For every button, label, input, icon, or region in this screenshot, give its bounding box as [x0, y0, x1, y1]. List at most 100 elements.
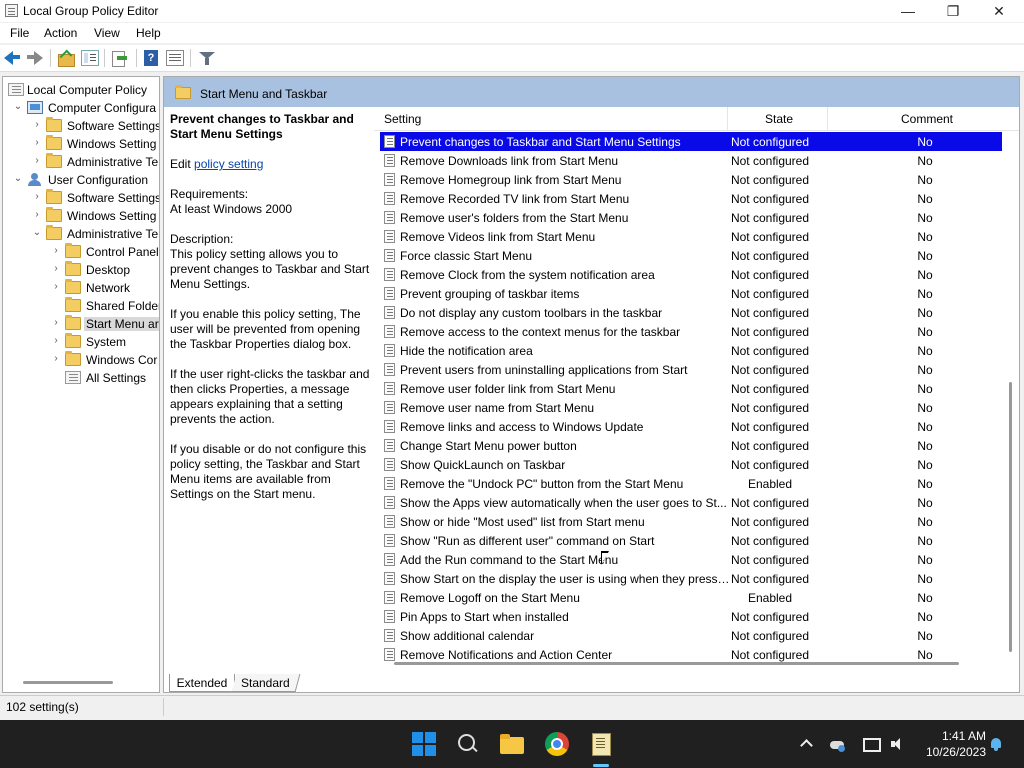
expanded-chevron-icon[interactable]: ⌄: [32, 228, 42, 238]
taskbar-clock[interactable]: 1:41 AM 10/26/2023: [916, 728, 986, 760]
setting-row[interactable]: Remove user name from Start Menu Not conf…: [380, 398, 1002, 417]
tree-item[interactable]: › Control Panel: [3, 243, 159, 261]
tree-item[interactable]: › System: [3, 333, 159, 351]
setting-row[interactable]: Pin Apps to Start when installed Not conf…: [380, 607, 1002, 626]
setting-row[interactable]: Hide the notification area Not configured…: [380, 341, 1002, 360]
collapsed-chevron-icon[interactable]: ›: [32, 120, 42, 130]
menu-help[interactable]: Help: [136, 26, 161, 40]
setting-row[interactable]: Remove user's folders from the Start Men…: [380, 208, 1002, 227]
setting-row[interactable]: Show "Run as different user" command on …: [380, 531, 1002, 550]
tree-item[interactable]: › Windows Cor: [3, 351, 159, 369]
setting-state: Not configured: [730, 363, 810, 377]
column-header-state[interactable]: State: [765, 112, 793, 126]
tree-item[interactable]: › Start Menu ar: [3, 315, 159, 333]
setting-row[interactable]: Remove Clock from the system notificatio…: [380, 265, 1002, 284]
collapsed-chevron-icon[interactable]: ›: [51, 318, 61, 328]
tree-item[interactable]: › Windows Setting: [3, 135, 159, 153]
expanded-chevron-icon[interactable]: ⌄: [13, 102, 23, 112]
column-header-comment[interactable]: Comment: [901, 112, 953, 126]
setting-row[interactable]: Prevent changes to Taskbar and Start Men…: [380, 132, 1002, 151]
setting-row[interactable]: Prevent grouping of taskbar items Not con…: [380, 284, 1002, 303]
show-hide-tree-icon[interactable]: [81, 50, 99, 66]
tree-item[interactable]: Local Computer Policy: [3, 81, 159, 99]
setting-row[interactable]: Remove Videos link from Start Menu Not co…: [380, 227, 1002, 246]
settings-list[interactable]: Setting State Comment Prevent changes to…: [374, 107, 1019, 667]
file-explorer-icon[interactable]: [500, 732, 524, 756]
menu-action[interactable]: Action: [44, 26, 77, 40]
onedrive-cloud-icon[interactable]: [829, 736, 845, 752]
tree-item[interactable]: ⌄ Computer Configura: [3, 99, 159, 117]
setting-row[interactable]: Remove Homegroup link from Start Menu Not…: [380, 170, 1002, 189]
setting-row[interactable]: Show additional calendar Not configured No: [380, 626, 1002, 645]
tree-item[interactable]: ⌄ User Configuration: [3, 171, 159, 189]
windows-start-icon[interactable]: [412, 732, 436, 756]
setting-state: Not configured: [730, 382, 810, 396]
tree-item[interactable]: › Administrative Te: [3, 153, 159, 171]
tree-item[interactable]: › Software Settings: [3, 189, 159, 207]
tree-item[interactable]: ⌄ Administrative Te: [3, 225, 159, 243]
search-icon[interactable]: [456, 732, 480, 756]
minimize-button[interactable]: —: [885, 0, 931, 22]
tree-item[interactable]: › Software Settings: [3, 117, 159, 135]
setting-row[interactable]: Prevent users from uninstalling applicat…: [380, 360, 1002, 379]
collapsed-chevron-icon[interactable]: ›: [32, 156, 42, 166]
volume-icon[interactable]: [889, 736, 905, 752]
setting-row[interactable]: Remove access to the context menus for t…: [380, 322, 1002, 341]
network-icon[interactable]: [862, 736, 881, 752]
close-button[interactable]: ✕: [976, 0, 1022, 22]
menu-view[interactable]: View: [94, 26, 120, 40]
tree-item[interactable]: Shared Folder: [3, 297, 159, 315]
horizontal-scrollbar[interactable]: [394, 662, 959, 665]
tree-item[interactable]: › Desktop: [3, 261, 159, 279]
column-header-setting[interactable]: Setting: [384, 112, 421, 126]
up-folder-icon[interactable]: [57, 50, 75, 67]
setting-row[interactable]: Remove user folder link from Start Menu N…: [380, 379, 1002, 398]
properties-icon[interactable]: [166, 50, 184, 66]
setting-row[interactable]: Show QuickLaunch on Taskbar Not configure…: [380, 455, 1002, 474]
tab-standard[interactable]: Standard: [231, 674, 301, 692]
setting-row[interactable]: Remove Recorded TV link from Start Menu N…: [380, 189, 1002, 208]
setting-row[interactable]: Remove Logoff on the Start Menu Enabled No: [380, 588, 1002, 607]
collapsed-chevron-icon[interactable]: ›: [32, 192, 42, 202]
setting-row[interactable]: Remove Downloads link from Start Menu Not…: [380, 151, 1002, 170]
forward-arrow-icon[interactable]: [26, 50, 44, 66]
collapsed-chevron-icon[interactable]: ›: [32, 210, 42, 220]
setting-row[interactable]: Force classic Start Menu Not configured No: [380, 246, 1002, 265]
vertical-scrollbar[interactable]: [1009, 382, 1012, 652]
setting-row[interactable]: Show or hide "Most used" list from Start…: [380, 512, 1002, 531]
setting-row[interactable]: Do not display any custom toolbars in th…: [380, 303, 1002, 322]
tree-item[interactable]: All Settings: [3, 369, 159, 387]
edit-policy-link[interactable]: policy setting: [194, 157, 263, 171]
collapsed-chevron-icon[interactable]: ›: [51, 354, 61, 364]
chrome-icon[interactable]: [545, 732, 569, 756]
help-icon[interactable]: ?: [144, 50, 158, 66]
setting-row[interactable]: Remove the "Undock PC" button from the S…: [380, 474, 1002, 493]
collapsed-chevron-icon[interactable]: ›: [51, 246, 61, 256]
column-divider[interactable]: [727, 107, 728, 131]
back-arrow-icon[interactable]: [3, 50, 21, 66]
notification-bell-icon[interactable]: [988, 736, 1004, 752]
setting-description: Prevent changes to Taskbar and Start Men…: [170, 112, 370, 517]
tree-horizontal-scrollbar[interactable]: [23, 681, 113, 684]
menu-file[interactable]: File: [10, 26, 29, 40]
tree-item[interactable]: › Network: [3, 279, 159, 297]
expanded-chevron-icon[interactable]: ⌄: [13, 174, 23, 184]
tab-extended[interactable]: Extended: [169, 674, 235, 692]
setting-row[interactable]: Change Start Menu power button Not config…: [380, 436, 1002, 455]
collapsed-chevron-icon[interactable]: ›: [51, 282, 61, 292]
setting-row[interactable]: Add the Run command to the Start Menu Not…: [380, 550, 1002, 569]
export-list-icon[interactable]: [111, 50, 129, 67]
filter-icon[interactable]: [198, 50, 216, 66]
group-policy-editor-taskbar-icon[interactable]: [589, 732, 613, 756]
tree-item[interactable]: › Windows Setting: [3, 207, 159, 225]
collapsed-chevron-icon[interactable]: ›: [51, 336, 61, 346]
setting-row[interactable]: Show Start on the display the user is us…: [380, 569, 1002, 588]
column-divider[interactable]: [827, 107, 828, 131]
setting-row[interactable]: Remove links and access to Windows Updat…: [380, 417, 1002, 436]
collapsed-chevron-icon[interactable]: ›: [32, 138, 42, 148]
maximize-button[interactable]: ❐: [930, 0, 976, 22]
setting-row[interactable]: Show the Apps view automatically when th…: [380, 493, 1002, 512]
tree-pane[interactable]: Local Computer Policy ⌄ Computer Configura…: [2, 76, 160, 693]
show-hidden-icons-chevron-icon[interactable]: [798, 736, 814, 752]
collapsed-chevron-icon[interactable]: ›: [51, 264, 61, 274]
